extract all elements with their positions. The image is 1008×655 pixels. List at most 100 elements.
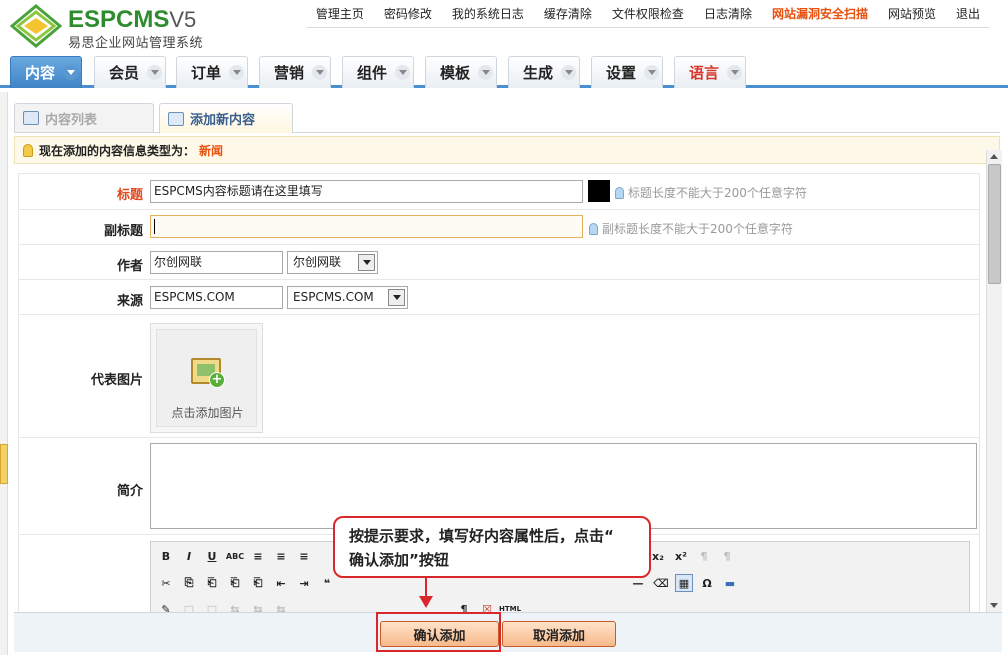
form-row-title: 标题 ESPCMS内容标题请在这里填写 标题长度不能大于200个任意字符 <box>19 174 979 210</box>
title-hint-text: 标题长度不能大于200个任意字符 <box>628 186 807 200</box>
arrow-down-icon <box>419 578 433 608</box>
callout-line-2: 确认添加”按钮 <box>349 551 449 569</box>
strikethrough-button[interactable]: ABC <box>226 547 244 565</box>
chevron-down-icon <box>63 65 79 80</box>
logo-mark-icon <box>10 4 62 48</box>
main-tab-order[interactable]: 订单 <box>176 56 248 88</box>
main-tab-content[interactable]: 内容 <box>10 56 82 88</box>
paste-icon[interactable]: ⎗ <box>203 574 221 592</box>
main-tab-component[interactable]: 组件 <box>342 56 414 88</box>
notice-prefix: 现在添加的内容信息类型为： <box>39 143 196 158</box>
editor-toolbar-row-3: ✎ □ □ ⇆ ⇆ ⇆ ¶ ☒ HTML <box>157 598 524 613</box>
author-input[interactable]: 尔创网联 <box>150 251 283 274</box>
main-tab-marketing[interactable]: 营销 <box>259 56 331 88</box>
scrollbar-thumb[interactable] <box>988 164 1001 284</box>
main-tab-label: 营销 <box>274 64 305 82</box>
title-input[interactable]: ESPCMS内容标题请在这里填写 <box>150 180 583 203</box>
italic-button[interactable]: I <box>180 547 198 565</box>
top-link-clear-log[interactable]: 日志清除 <box>694 5 762 22</box>
author-select[interactable]: 尔创网联 <box>287 251 378 274</box>
tab-content-list[interactable]: 内容列表 <box>14 103 154 133</box>
scroll-up-icon[interactable] <box>990 154 998 159</box>
subtitle-hint-text: 副标题长度不能大于200个任意字符 <box>602 222 793 236</box>
scroll-down-icon[interactable] <box>990 603 998 608</box>
top-link-admin-home[interactable]: 管理主页 <box>306 5 374 22</box>
align-left-button[interactable]: ≡ <box>249 547 267 565</box>
main-tab-member[interactable]: 会员 <box>94 56 166 88</box>
copy-icon[interactable]: ⎘ <box>180 574 198 592</box>
main-tab-template[interactable]: 模板 <box>425 56 497 88</box>
top-link-logout[interactable]: 退出 <box>946 5 990 22</box>
top-link-my-log[interactable]: 我的系统日志 <box>442 5 534 22</box>
source-input[interactable]: ESPCMS.COM <box>150 286 283 309</box>
superscript-button[interactable]: x² <box>672 547 690 565</box>
page-break-icon[interactable]: ▬ <box>721 574 739 592</box>
bold-button[interactable]: B <box>157 547 175 565</box>
main-tab-label: 内容 <box>25 64 56 82</box>
add-image-button[interactable]: + 点击添加图片 <box>150 323 263 433</box>
top-link-clear-cache[interactable]: 缓存清除 <box>534 5 602 22</box>
special-char-icon[interactable]: Ω <box>698 574 716 592</box>
espcms-logo[interactable]: ESPCMSV5 易思企业网站管理系统 <box>10 4 220 51</box>
form-row-image: 代表图片 + 点击添加图片 <box>19 315 979 438</box>
tab-add-content[interactable]: 添加新内容 <box>159 103 293 134</box>
main-tab-generate[interactable]: 生成 <box>508 56 580 88</box>
align-right-button[interactable]: ≡ <box>295 547 313 565</box>
main-tab-label: 语言 <box>689 64 720 82</box>
sidebar-toggle-handle[interactable] <box>0 444 8 484</box>
top-link-change-password[interactable]: 密码修改 <box>374 5 442 22</box>
form-row-subtitle: 副标题 副标题长度不能大于200个任意字符 <box>19 210 979 245</box>
align-center-button[interactable]: ≡ <box>272 547 290 565</box>
ltr-button[interactable]: ¶ <box>695 547 713 565</box>
cut-icon[interactable]: ✂ <box>157 574 175 592</box>
main-tab-label: 订单 <box>191 64 222 82</box>
cancel-add-button[interactable]: 取消添加 <box>502 621 616 647</box>
subscript-button[interactable]: x₂ <box>649 547 667 565</box>
hint-bulb-icon <box>589 222 598 235</box>
chevron-down-icon <box>229 65 245 80</box>
indent-icon[interactable]: ⇥ <box>295 574 313 592</box>
vertical-scrollbar[interactable] <box>986 150 1002 612</box>
top-link-file-permission[interactable]: 文件权限检查 <box>602 5 694 22</box>
dropdown-arrow-icon <box>388 289 405 306</box>
outdent-icon[interactable]: ⇤ <box>272 574 290 592</box>
confirm-highlight-box <box>376 612 501 652</box>
source-select[interactable]: ESPCMS.COM <box>287 286 408 309</box>
top-link-security-scan[interactable]: 网站漏洞安全扫描 <box>762 5 878 22</box>
subtitle-hint: 副标题长度不能大于200个任意字符 <box>589 220 793 237</box>
top-link-site-preview[interactable]: 网站预览 <box>878 5 946 22</box>
tab-label: 添加新内容 <box>190 113 256 128</box>
paste-word-icon[interactable]: ⎗ <box>249 574 267 592</box>
blockquote-icon[interactable]: ❝ <box>318 574 336 592</box>
editor-toolbar-row-1: B I U ABC ≡ ≡ ≡ <box>157 545 318 567</box>
subtitle-input[interactable] <box>150 215 583 238</box>
editor-toolbar-row-1-right: x₂ x² ¶ ¶ <box>649 545 741 567</box>
image-label: 代表图片 <box>90 373 143 388</box>
callout-line-1: 按提示要求，填写好内容属性后，点击“ <box>349 527 614 545</box>
logo-version-text: V5 <box>169 7 197 32</box>
author-label: 作者 <box>116 259 143 274</box>
sidebar-collapse-bar <box>0 92 8 655</box>
main-tab-settings[interactable]: 设置 <box>591 56 663 88</box>
logo-esp-text: ESP <box>68 6 117 33</box>
editor-toolbar-row-2: ✂ ⎘ ⎗ ⎗ ⎗ ⇤ ⇥ ❝ <box>157 572 341 594</box>
hint-bulb-icon <box>615 186 624 199</box>
main-tab-label: 会员 <box>109 64 140 82</box>
form-actions-bar: 确认添加 取消添加 <box>14 612 1002 652</box>
eraser-icon[interactable]: ⌫ <box>652 574 670 592</box>
author-select-value: 尔创网联 <box>293 255 342 269</box>
main-tab-label: 组件 <box>357 64 388 82</box>
rtl-button[interactable]: ¶ <box>718 547 736 565</box>
paste-text-icon[interactable]: ⎗ <box>226 574 244 592</box>
main-tab-label: 生成 <box>523 64 554 82</box>
main-tab-language[interactable]: 语言 <box>674 56 746 88</box>
title-color-picker[interactable] <box>588 180 610 202</box>
lightbulb-icon <box>23 143 33 157</box>
chevron-down-icon <box>395 65 411 80</box>
underline-button[interactable]: U <box>203 547 221 565</box>
add-image-label: 点击添加图片 <box>171 406 244 420</box>
title-label: 标题 <box>116 188 143 203</box>
chevron-down-icon <box>147 65 163 80</box>
table-icon[interactable]: ▦ <box>675 574 693 592</box>
summary-label: 简介 <box>116 484 143 499</box>
